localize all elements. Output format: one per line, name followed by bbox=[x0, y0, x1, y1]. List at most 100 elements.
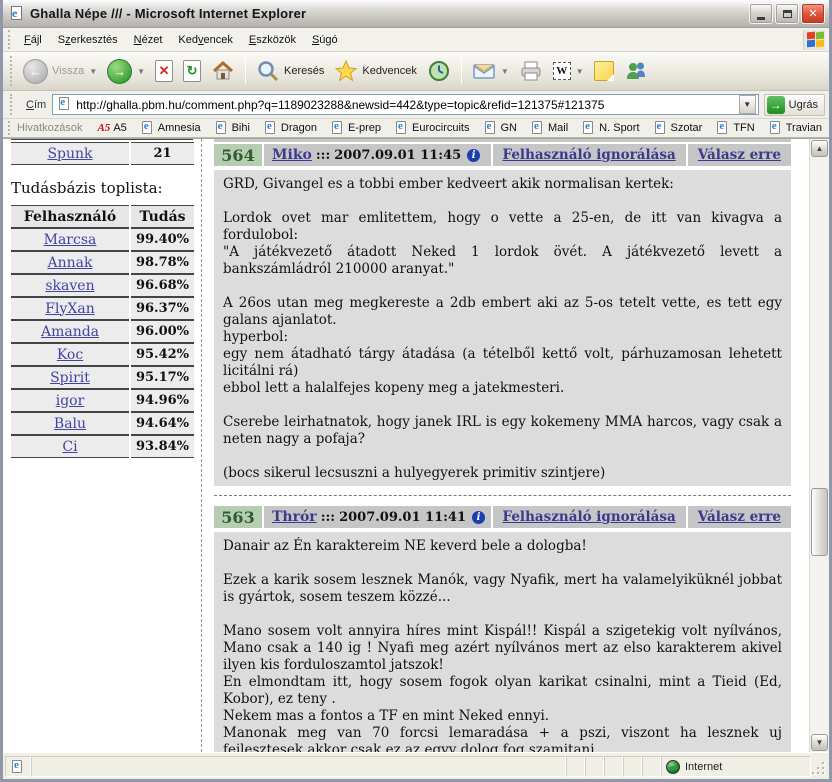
menu-help[interactable]: Súgó bbox=[304, 31, 346, 49]
link-gn[interactable]: eGN bbox=[484, 121, 518, 135]
link-a5[interactable]: A5A5 bbox=[97, 122, 126, 134]
table-row: Spunk 21 bbox=[11, 142, 194, 165]
toplist-user-link[interactable]: Balu bbox=[54, 416, 86, 432]
post-number: 564 bbox=[214, 144, 262, 166]
toplist-user-link[interactable]: Ci bbox=[62, 439, 77, 455]
post-divider bbox=[214, 495, 791, 496]
ignore-user-link[interactable]: Felhasználó ignorálása bbox=[493, 144, 686, 166]
toplist-user-link[interactable]: skaven bbox=[45, 278, 94, 294]
link-eprep[interactable]: eE-prep bbox=[331, 121, 381, 135]
address-dropdown-icon[interactable]: ▼ bbox=[739, 95, 756, 114]
toplist-row: FlyXan96.37% bbox=[11, 297, 194, 320]
info-icon[interactable]: i bbox=[467, 149, 480, 162]
ie-page-icon: e bbox=[654, 121, 668, 135]
post-author-link[interactable]: Thrór bbox=[272, 509, 317, 525]
menu-view[interactable]: Nézet bbox=[126, 31, 171, 49]
mail-button[interactable]: ▼ bbox=[467, 57, 514, 85]
link-eurocircuits[interactable]: eEurocircuits bbox=[395, 121, 469, 135]
address-url[interactable]: http://ghalla.pbm.hu/comment.php?q=11890… bbox=[76, 98, 738, 112]
toplist-score: 94.64% bbox=[131, 412, 194, 435]
toplist-user-link[interactable]: Amanda bbox=[41, 324, 99, 340]
toolbar-grip[interactable] bbox=[8, 121, 10, 135]
ignore-user-link[interactable]: Felhasználó ignorálása bbox=[493, 506, 686, 528]
post-paragraph: GRD, Givangel es a tobbi ember kedveert … bbox=[223, 176, 782, 193]
post-separator: ::: bbox=[316, 148, 330, 163]
toplist-table: Felhasználó Tudás Marcsa99.40% Annak98.7… bbox=[11, 205, 194, 458]
post-separator: ::: bbox=[321, 510, 335, 525]
toolbar-grip[interactable] bbox=[10, 56, 15, 86]
forward-button[interactable]: → ▼ bbox=[102, 57, 150, 86]
address-bar: Cím e http://ghalla.pbm.hu/comment.php?q… bbox=[3, 91, 829, 119]
post-paragraph: Cserebe leirhatnatok, hogy janek IRL is … bbox=[223, 414, 782, 448]
toplist-row: Balu 94.64% bbox=[11, 412, 194, 435]
menu-favorites[interactable]: Kedvencek bbox=[170, 31, 240, 49]
link-nsport[interactable]: eN. Sport bbox=[582, 121, 639, 135]
scrollbar-thumb[interactable] bbox=[811, 488, 828, 556]
scroll-down-icon[interactable]: ▼ bbox=[811, 734, 828, 751]
ie-page-icon: e bbox=[484, 121, 498, 135]
toplist-user-link[interactable]: Spirit bbox=[50, 370, 90, 386]
post-author-link[interactable]: Miko bbox=[272, 147, 312, 163]
back-dropdown-icon[interactable]: ▼ bbox=[89, 67, 97, 76]
favorites-button[interactable]: Kedvencek bbox=[329, 57, 421, 85]
print-button[interactable] bbox=[514, 57, 548, 85]
post-header: 564 Miko ::: 2007.09.01 11:45 i Felhaszn… bbox=[214, 144, 791, 166]
menu-file[interactable]: Fájl bbox=[16, 31, 50, 49]
minimize-button[interactable] bbox=[749, 3, 773, 24]
links-bar: Hivatkozások A5A5 eAmnesia eBihi eDragon… bbox=[3, 119, 829, 138]
back-icon: ← bbox=[23, 59, 48, 84]
messenger-people-icon bbox=[624, 59, 648, 83]
reply-link[interactable]: Válasz erre bbox=[688, 506, 791, 528]
status-bar: e Internet bbox=[3, 752, 829, 779]
link-amnesia[interactable]: eAmnesia bbox=[141, 121, 201, 135]
toplist-user-link[interactable]: Annak bbox=[48, 255, 93, 271]
toplist-user-link[interactable]: FlyXan bbox=[45, 301, 94, 317]
toplist-score: 96.68% bbox=[131, 274, 194, 297]
print-icon bbox=[519, 59, 543, 83]
address-input[interactable]: e http://ghalla.pbm.hu/comment.php?q=118… bbox=[52, 94, 758, 115]
user-link-spunk[interactable]: Spunk bbox=[47, 146, 92, 162]
link-mail[interactable]: eMail bbox=[531, 121, 568, 135]
refresh-button[interactable]: ↻ bbox=[178, 58, 206, 84]
search-button[interactable]: Keresés bbox=[251, 57, 329, 85]
toplist-row: igor94.96% bbox=[11, 389, 194, 412]
toplist-score: 96.00% bbox=[131, 320, 194, 343]
discuss-button[interactable] bbox=[589, 59, 619, 83]
menu-edit[interactable]: Szerkesztés bbox=[50, 31, 126, 49]
stop-button[interactable]: ✕ bbox=[150, 58, 178, 84]
toplist-user-link[interactable]: igor bbox=[56, 393, 85, 409]
vertical-scrollbar[interactable]: ▲ ▼ bbox=[809, 139, 829, 752]
links-bar-label: Hivatkozások bbox=[17, 122, 82, 134]
internet-globe-icon bbox=[666, 760, 680, 774]
link-bihi[interactable]: eBihi bbox=[215, 121, 250, 135]
mail-dropdown-icon[interactable]: ▼ bbox=[501, 67, 509, 76]
menu-tools[interactable]: Eszközök bbox=[241, 31, 304, 49]
scroll-up-icon[interactable]: ▲ bbox=[811, 140, 828, 157]
messenger-button[interactable] bbox=[619, 57, 653, 85]
toplist-user-link[interactable]: Koc bbox=[57, 347, 83, 363]
info-icon[interactable]: i bbox=[472, 511, 485, 524]
link-szotar[interactable]: eSzotar bbox=[654, 121, 703, 135]
link-tfn[interactable]: eTFN bbox=[716, 121, 754, 135]
back-button[interactable]: ← Vissza ▼ bbox=[18, 57, 102, 86]
edit-dropdown-icon[interactable]: ▼ bbox=[576, 67, 584, 76]
ie-page-icon: e bbox=[582, 121, 596, 135]
link-travian[interactable]: eTravian bbox=[769, 121, 822, 135]
close-button[interactable]: ✕ bbox=[801, 3, 825, 24]
forward-dropdown-icon[interactable]: ▼ bbox=[137, 67, 145, 76]
toolbar-grip[interactable] bbox=[8, 30, 13, 48]
title-bar[interactable]: e Ghalla Népe /// - Microsoft Internet E… bbox=[3, 0, 829, 28]
link-dragon[interactable]: eDragon bbox=[264, 121, 317, 135]
toplist-header-score: Tudás bbox=[131, 205, 194, 228]
edit-with-word-button[interactable]: W ▼ bbox=[548, 60, 589, 82]
toplist-row: Koc95.42% bbox=[11, 343, 194, 366]
maximize-button[interactable] bbox=[775, 3, 799, 24]
history-button[interactable] bbox=[422, 57, 456, 85]
reply-link[interactable]: Válasz erre bbox=[688, 144, 791, 166]
page-icon: e bbox=[57, 97, 72, 112]
go-button[interactable]: → Ugrás bbox=[764, 94, 825, 116]
toolbar-grip[interactable] bbox=[10, 94, 15, 116]
toplist-user-link[interactable]: Marcsa bbox=[44, 232, 97, 248]
resize-grip[interactable] bbox=[811, 756, 827, 777]
home-button[interactable] bbox=[206, 57, 240, 85]
